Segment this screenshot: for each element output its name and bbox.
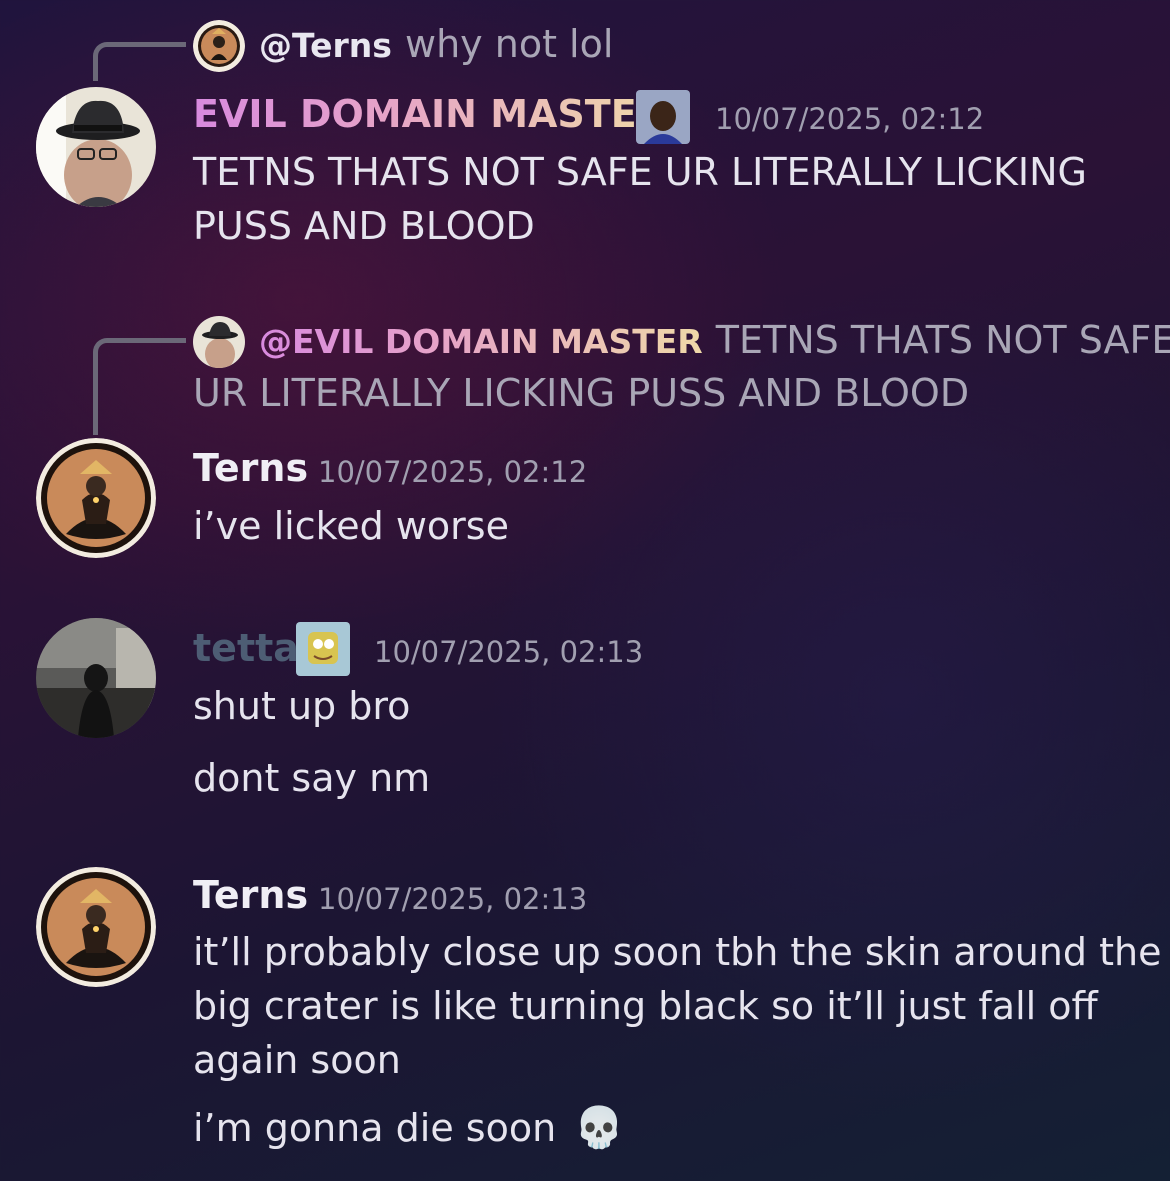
reply-preview-text[interactable]: TETNS THATS NOT SAFE — [716, 318, 1170, 362]
reply-preview-text[interactable]: why not lol — [405, 22, 613, 66]
avatar-evil-domain-master[interactable] — [36, 87, 156, 207]
author-name[interactable]: tetta — [193, 626, 299, 670]
role-icon — [636, 90, 690, 144]
role-icon — [296, 622, 350, 676]
author-name[interactable]: Terns — [193, 446, 308, 490]
timestamp: 10/07/2025, 02:12 — [318, 455, 588, 489]
avatar-terns[interactable] — [36, 867, 156, 987]
message-line: i’ve licked worse — [193, 504, 509, 548]
reply-mention[interactable]: @EVIL DOMAIN MASTER — [259, 322, 703, 361]
reply-preview-text[interactable]: UR LITERALLY LICKING PUSS AND BLOOD — [193, 371, 969, 415]
message-line: shut up bro — [193, 684, 411, 728]
message-text: i’m gonna die soon — [193, 1106, 557, 1150]
reply-avatar-evil-domain-master[interactable] — [193, 316, 245, 368]
timestamp: 10/07/2025, 02:13 — [374, 635, 644, 669]
message-line: again soon — [193, 1038, 401, 1082]
message-line: big crater is like turning black so it’l… — [193, 984, 1098, 1028]
timestamp: 10/07/2025, 02:13 — [318, 882, 588, 916]
skull-emoji-icon: 💀 — [574, 1105, 625, 1151]
reply-avatar-terns[interactable] — [193, 20, 245, 72]
message-line: it’ll probably close up soon tbh the ski… — [193, 930, 1162, 974]
author-name[interactable]: EVIL DOMAIN MASTER — [193, 92, 666, 136]
message-line: TETNS THATS NOT SAFE UR LITERALLY LICKIN… — [193, 150, 1087, 194]
message-line: i’m gonna die soon 💀 — [193, 1101, 624, 1155]
message-line: dont say nm — [193, 756, 431, 800]
reply-connector — [93, 338, 186, 435]
message-line: PUSS AND BLOOD — [193, 204, 535, 248]
author-name[interactable]: Terns — [193, 873, 308, 917]
avatar-terns[interactable] — [36, 438, 156, 558]
reply-mention[interactable]: @Terns — [259, 26, 392, 65]
timestamp: 10/07/2025, 02:12 — [715, 102, 985, 136]
avatar-tetta[interactable] — [36, 618, 156, 738]
reply-connector — [93, 42, 186, 81]
